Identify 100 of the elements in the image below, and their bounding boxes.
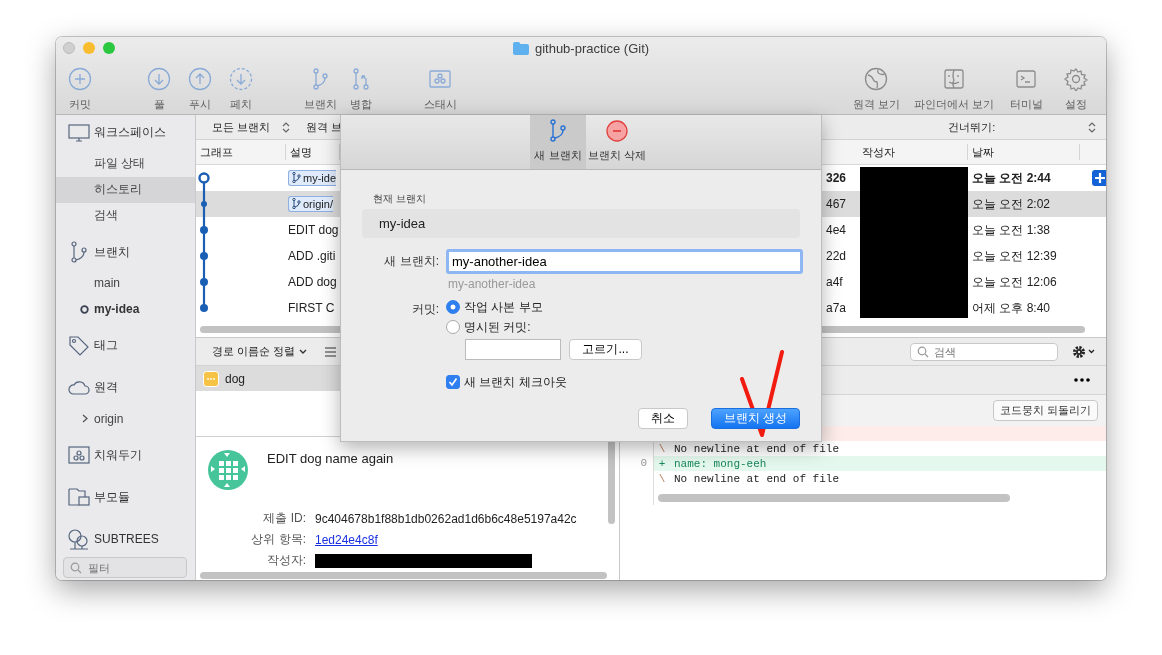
sidebar-section[interactable]: 태그 — [56, 328, 195, 364]
diff-line: \ No newline at end of file — [620, 441, 1106, 456]
toolbar-button[interactable]: 스태시 — [420, 59, 460, 115]
chevron-down-icon[interactable] — [299, 348, 308, 355]
checkbox[interactable] — [446, 375, 460, 389]
sidebar-section[interactable]: 치워두기 — [56, 437, 195, 474]
section-label: 원격 — [94, 379, 118, 397]
toolbar-button[interactable]: 커밋 — [60, 59, 100, 115]
branch-tag[interactable]: my-ide — [288, 169, 336, 186]
filter-input[interactable]: 필터 — [88, 561, 168, 574]
commit-date: 어제 오후 8:40 — [972, 300, 1051, 315]
scrollbar[interactable] — [658, 494, 1010, 502]
branch-name-field[interactable]: my-another-idea — [446, 249, 803, 274]
sidebar-section[interactable]: 부모듈 — [56, 479, 195, 516]
field-label: 현재 브랜치 — [372, 192, 427, 206]
field-label: 커밋: — [410, 301, 439, 318]
commit-message: ADD dog — [288, 275, 337, 289]
plus-icon[interactable] — [1092, 170, 1106, 186]
option-label: 작업 사본 부모 — [464, 298, 543, 316]
commit-hash: 326 — [826, 171, 847, 185]
radio-option[interactable]: 작업 사본 부모 — [446, 299, 543, 315]
branch-icon — [292, 172, 301, 184]
branch-filter-dropdown[interactable]: 모든 브랜치 — [212, 119, 271, 135]
filter-field[interactable]: 필터 — [63, 557, 187, 578]
column-header[interactable]: 작성자 — [858, 144, 968, 160]
settings-icon[interactable] — [1072, 344, 1096, 359]
sort-dropdown[interactable]: 경로 이름순 정렬 — [212, 344, 296, 359]
section-label: 부모듈 — [94, 488, 130, 506]
column-header[interactable]: 날짜 — [968, 144, 1080, 160]
field-label: 작성자: — [265, 552, 306, 569]
chevron-right-icon[interactable] — [80, 414, 89, 424]
search-icon — [917, 345, 929, 358]
commit-date: 오늘 오전 2:02 — [972, 196, 1051, 211]
commit-hash: 4e4 — [826, 223, 847, 237]
tag-label: origin/ — [303, 197, 333, 210]
radio-button[interactable] — [446, 300, 460, 314]
sidebar-section[interactable]: 브랜치 — [56, 234, 195, 271]
commit-field[interactable] — [465, 339, 561, 360]
section-label: 치워두기 — [94, 446, 142, 464]
field-label: 제출 ID: — [262, 510, 306, 527]
dialog-tab[interactable]: 브랜치 삭제 — [586, 115, 648, 169]
pick-button[interactable]: 고르기... — [569, 339, 642, 360]
tag-icon — [68, 334, 90, 357]
section-label: 워크스페이스 — [94, 124, 166, 142]
field-label: 상위 항목: — [250, 531, 306, 548]
avatar-icon — [207, 449, 249, 491]
checkbox-label: 새 브랜치 체크아웃 — [464, 373, 567, 391]
commit-date: 오늘 오전 12:06 — [972, 274, 1057, 289]
window-title: github-practice (Git) — [534, 40, 650, 56]
modified-file-icon — [203, 370, 219, 387]
cancel-button[interactable]: 취소 — [638, 408, 688, 429]
sidebar-section[interactable]: 워크스페이스 — [56, 115, 195, 151]
commit-id: 9c404678b1f88b1db0262ad1d6b6c48e5197a42c — [315, 511, 578, 526]
dialog-tab[interactable]: 새 브랜치 — [530, 115, 586, 169]
branch-icon — [292, 198, 301, 210]
finder-icon — [941, 67, 966, 91]
commit-message: EDIT dog — [288, 223, 339, 237]
scrollbar[interactable] — [608, 439, 615, 524]
search-input[interactable]: 검색 — [934, 345, 1014, 358]
sidebar-item[interactable]: 파일 상태 — [94, 155, 146, 173]
toolbar-button[interactable]: 원격 보기 — [850, 59, 902, 115]
updown-icon[interactable] — [1088, 121, 1096, 133]
section-label: 브랜치 — [94, 243, 130, 261]
revert-hunk-button[interactable]: 코드뭉치 되돌리기 — [992, 400, 1098, 421]
folders-icon — [68, 486, 90, 509]
current-branch-field: my-idea — [362, 209, 800, 238]
sidebar-section[interactable]: 원격 — [56, 369, 195, 406]
monitor-icon — [68, 121, 90, 144]
commit-message: ADD .giti — [288, 249, 336, 263]
toolbar-button[interactable]: 설정 — [1056, 59, 1096, 115]
toolbar-button[interactable]: 풀 — [139, 59, 179, 115]
toolbar-button[interactable]: 페치 — [221, 59, 261, 115]
toolbar-button[interactable]: 터미널 — [1006, 59, 1046, 115]
toolbar-button[interactable]: 브랜치 — [300, 59, 340, 115]
sidebar-item[interactable]: origin — [94, 411, 124, 426]
search-icon — [70, 561, 82, 574]
sidebar-item[interactable]: my-idea — [94, 302, 140, 317]
remote-filter-dropdown[interactable]: 원격 브 — [306, 119, 343, 135]
stash-icon — [68, 444, 90, 467]
toolbar-button[interactable]: 병합 — [341, 59, 381, 115]
sidebar-item[interactable]: 검색 — [94, 207, 118, 224]
radio-option[interactable]: 명시된 커밋: — [446, 319, 531, 335]
commit-hash: a7a — [826, 301, 847, 315]
zoom-button[interactable] — [103, 42, 115, 54]
column-header[interactable]: 그래프 — [196, 144, 286, 160]
more-icon[interactable] — [1074, 378, 1090, 382]
toolbar-button[interactable]: 파인더에서 보기 — [911, 59, 996, 115]
radio-button[interactable] — [446, 320, 460, 334]
folder-icon — [512, 41, 529, 55]
search-field[interactable]: 검색 — [910, 342, 1058, 361]
scrollbar[interactable] — [200, 571, 607, 579]
branch-name-hint: my-another-idea — [447, 277, 537, 291]
parent-commit-link[interactable]: 1ed24e4c8f — [315, 532, 378, 547]
toolbar-button[interactable]: 푸시 — [180, 59, 220, 115]
commit-date: 오늘 오전 1:38 — [972, 222, 1051, 237]
tag-label: my-ide — [303, 171, 336, 184]
trees-icon — [68, 528, 90, 551]
sidebar-item[interactable]: main — [94, 276, 120, 291]
branch-tag[interactable]: origin/ — [288, 195, 333, 212]
sidebar-section[interactable]: SUBTREES — [56, 521, 195, 558]
